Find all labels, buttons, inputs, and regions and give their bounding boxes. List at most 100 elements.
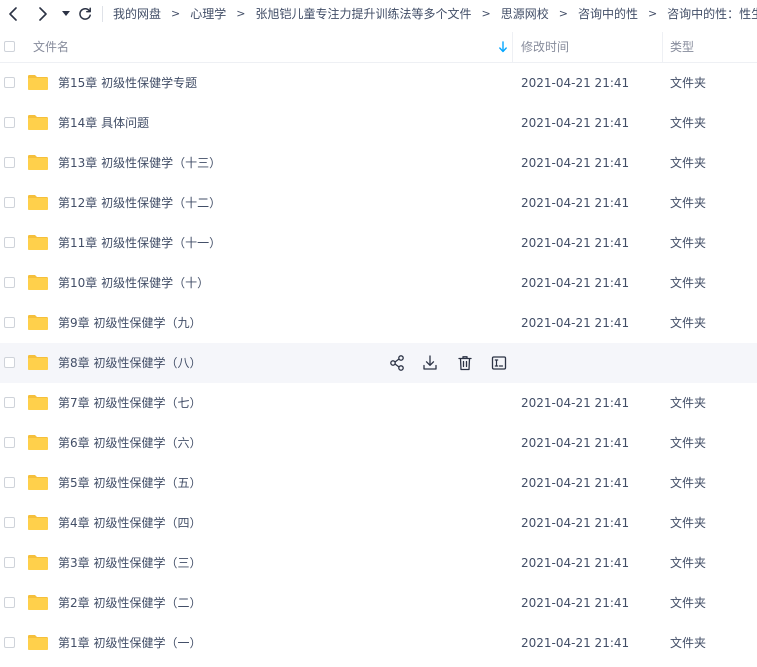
row-checkbox[interactable] (4, 437, 15, 448)
row-checkbox[interactable] (4, 237, 15, 248)
row-checkbox[interactable] (4, 517, 15, 528)
file-name[interactable]: 第6章 初级性保健学（六） (58, 423, 201, 463)
file-modified-time: 2021-04-21 21:41 (521, 476, 630, 490)
file-row[interactable]: 第8章 初级性保健学（八） (0, 343, 757, 383)
file-name[interactable]: 第9章 初级性保健学（九） (58, 303, 201, 343)
file-name[interactable]: 第2章 初级性保健学（二） (58, 583, 201, 623)
column-divider[interactable] (662, 32, 663, 62)
column-divider[interactable] (512, 32, 513, 62)
file-type: 文件夹 (670, 156, 707, 170)
select-all-checkbox[interactable] (4, 41, 15, 52)
breadcrumb-item-current[interactable]: 咨询中的性：性生理 (667, 5, 757, 22)
file-modified-time: 2021-04-21 21:41 (521, 316, 630, 330)
file-type: 文件夹 (670, 116, 707, 130)
share-button[interactable] (388, 354, 406, 372)
caret-down-icon (62, 10, 70, 16)
breadcrumb-item[interactable]: 咨询中的性 (578, 5, 638, 22)
nav-bar: 我的网盘 > 心理学 > 张旭铠儿童专注力提升训练法等多个文件 > 思源网校 >… (0, 0, 757, 27)
folder-icon (28, 435, 48, 450)
row-checkbox[interactable] (4, 77, 15, 88)
file-type: 文件夹 (670, 596, 707, 610)
folder-icon (28, 155, 48, 170)
column-header-type[interactable]: 类型 (670, 32, 694, 62)
breadcrumb-item[interactable]: 思源网校 (501, 5, 549, 22)
file-type: 文件夹 (670, 556, 707, 570)
file-row[interactable]: 第7章 初级性保健学（七） 2021-04-21 21:41 文件夹 (0, 383, 757, 423)
file-name[interactable]: 第14章 具体问题 (58, 103, 149, 143)
row-checkbox[interactable] (4, 117, 15, 128)
file-row[interactable]: 第2章 初级性保健学（二） 2021-04-21 21:41 文件夹 (0, 583, 757, 623)
file-name[interactable]: 第3章 初级性保健学（三） (58, 543, 201, 583)
row-checkbox[interactable] (4, 197, 15, 208)
folder-icon (28, 235, 48, 250)
file-modified-time: 2021-04-21 21:41 (521, 116, 630, 130)
breadcrumb-separator: > (236, 7, 246, 20)
file-row[interactable]: 第1章 初级性保健学（一） 2021-04-21 21:41 文件夹 (0, 623, 757, 663)
file-modified-time: 2021-04-21 21:41 (521, 76, 630, 90)
file-type: 文件夹 (670, 236, 707, 250)
row-checkbox[interactable] (4, 157, 15, 168)
file-name[interactable]: 第8章 初级性保健学（八） (58, 343, 201, 383)
file-row[interactable]: 第11章 初级性保健学（十一） 2021-04-21 21:41 文件夹 (0, 223, 757, 263)
file-name[interactable]: 第15章 初级性保健学专题 (58, 63, 197, 103)
file-name[interactable]: 第13章 初级性保健学（十三） (58, 143, 221, 183)
nav-divider (102, 5, 103, 22)
breadcrumb-separator: > (171, 7, 181, 20)
file-type: 文件夹 (670, 316, 707, 330)
file-name[interactable]: 第1章 初级性保健学（一） (58, 623, 201, 663)
file-modified-time: 2021-04-21 21:41 (521, 596, 630, 610)
refresh-button[interactable] (75, 0, 95, 27)
folder-icon (28, 475, 48, 490)
file-name[interactable]: 第11章 初级性保健学（十一） (58, 223, 221, 263)
breadcrumb-separator: > (481, 7, 491, 20)
forward-button[interactable] (31, 0, 55, 27)
file-row[interactable]: 第10章 初级性保健学（十） 2021-04-21 21:41 文件夹 (0, 263, 757, 303)
back-button[interactable] (1, 0, 25, 27)
file-list-header: 文件名 修改时间 类型 (0, 32, 757, 63)
breadcrumb-item[interactable]: 张旭铠儿童专注力提升训练法等多个文件 (255, 5, 471, 22)
file-row[interactable]: 第12章 初级性保健学（十二） 2021-04-21 21:41 文件夹 (0, 183, 757, 223)
file-type: 文件夹 (670, 76, 707, 90)
breadcrumb-item-root[interactable]: 我的网盘 (113, 5, 161, 22)
file-row[interactable]: 第3章 初级性保健学（三） 2021-04-21 21:41 文件夹 (0, 543, 757, 583)
download-icon (423, 355, 437, 370)
file-name[interactable]: 第12章 初级性保健学（十二） (58, 183, 221, 223)
row-checkbox[interactable] (4, 357, 15, 368)
file-row[interactable]: 第15章 初级性保健学专题 2021-04-21 21:41 文件夹 (0, 63, 757, 103)
row-checkbox[interactable] (4, 317, 15, 328)
row-checkbox[interactable] (4, 637, 15, 648)
trash-icon (458, 356, 472, 371)
delete-button[interactable] (456, 354, 474, 372)
row-checkbox[interactable] (4, 397, 15, 408)
file-name[interactable]: 第7章 初级性保健学（七） (58, 383, 201, 423)
file-row[interactable]: 第5章 初级性保健学（五） 2021-04-21 21:41 文件夹 (0, 463, 757, 503)
share-icon (390, 355, 404, 371)
row-checkbox[interactable] (4, 597, 15, 608)
file-name[interactable]: 第4章 初级性保健学（四） (58, 503, 201, 543)
file-manager-window: 我的网盘 > 心理学 > 张旭铠儿童专注力提升训练法等多个文件 > 思源网校 >… (0, 0, 757, 667)
file-row[interactable]: 第13章 初级性保健学（十三） 2021-04-21 21:41 文件夹 (0, 143, 757, 183)
file-row[interactable]: 第6章 初级性保健学（六） 2021-04-21 21:41 文件夹 (0, 423, 757, 463)
breadcrumb-item[interactable]: 心理学 (190, 5, 226, 22)
file-modified-time: 2021-04-21 21:41 (521, 436, 630, 450)
download-button[interactable] (421, 354, 439, 372)
folder-icon (28, 635, 48, 650)
file-row[interactable]: 第9章 初级性保健学（九） 2021-04-21 21:41 文件夹 (0, 303, 757, 343)
file-name[interactable]: 第10章 初级性保健学（十） (58, 263, 209, 303)
file-type: 文件夹 (670, 516, 707, 530)
file-row[interactable]: 第4章 初级性保健学（四） 2021-04-21 21:41 文件夹 (0, 503, 757, 543)
column-header-modified[interactable]: 修改时间 (521, 32, 569, 62)
file-type: 文件夹 (670, 196, 707, 210)
file-row[interactable]: 第14章 具体问题 2021-04-21 21:41 文件夹 (0, 103, 757, 143)
folder-icon (28, 595, 48, 610)
file-modified-time: 2021-04-21 21:41 (521, 636, 630, 650)
sort-down-icon[interactable] (498, 41, 508, 53)
column-header-name[interactable]: 文件名 (33, 32, 69, 62)
history-dropdown-button[interactable] (58, 0, 74, 27)
file-name[interactable]: 第5章 初级性保健学（五） (58, 463, 201, 503)
rename-button[interactable] (490, 354, 508, 372)
row-checkbox[interactable] (4, 557, 15, 568)
row-checkbox[interactable] (4, 477, 15, 488)
file-modified-time: 2021-04-21 21:41 (521, 556, 630, 570)
row-checkbox[interactable] (4, 277, 15, 288)
